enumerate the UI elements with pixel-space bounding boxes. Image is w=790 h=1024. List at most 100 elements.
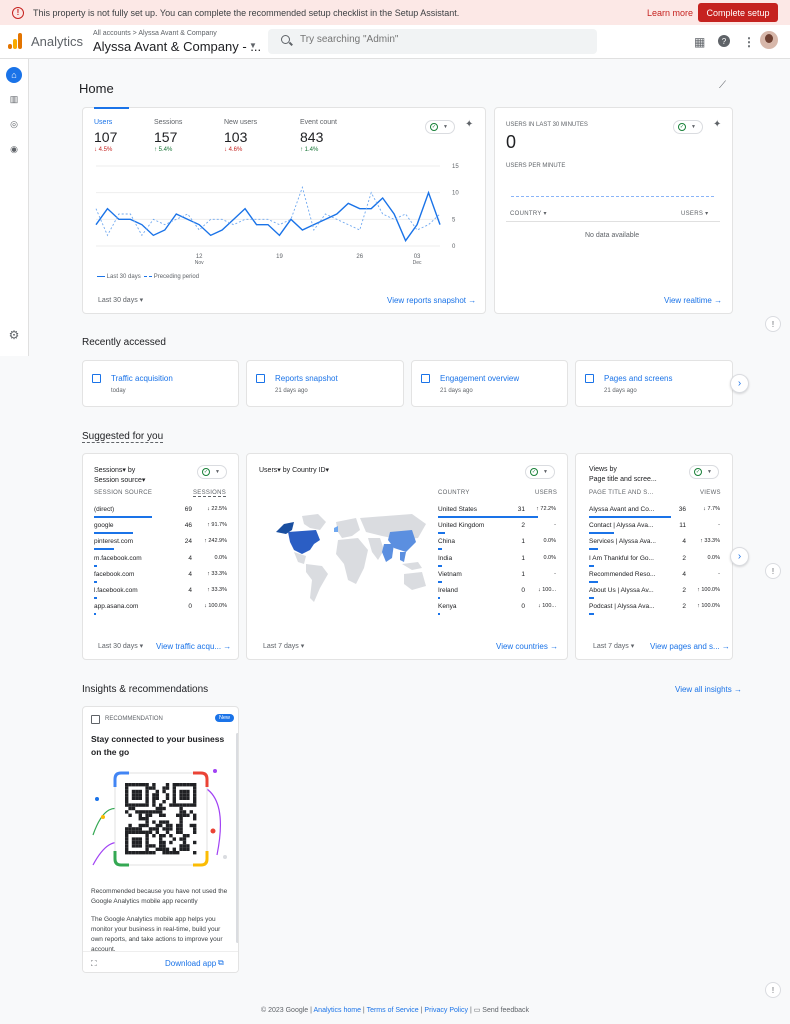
insights-trend-icon[interactable]: ⟋ [719, 80, 726, 91]
pages-card-title-2[interactable]: Page title and scree... [589, 476, 657, 483]
help-icon[interactable]: ? [718, 35, 730, 47]
table-row-label[interactable]: Contact | Alyssa Ava... [589, 522, 653, 529]
home-icon[interactable]: ⌂ [6, 67, 22, 83]
search-input[interactable] [300, 34, 560, 45]
table-row-label[interactable]: Vietnam [438, 571, 462, 578]
avatar[interactable] [760, 31, 778, 49]
date-range-dropdown[interactable]: Last 30 days ▾ [98, 296, 143, 304]
terms-link[interactable]: Terms of Service [367, 1007, 419, 1014]
pages-quality-dropdown[interactable]: ✓ ▼ [689, 465, 719, 479]
chevron-down-icon[interactable]: ▼ [249, 41, 257, 50]
table-row-label[interactable]: google [94, 522, 114, 529]
next-arrow-icon[interactable]: › [730, 547, 749, 566]
recent-item-pages-and-screens[interactable]: Pages and screens 21 days ago [575, 360, 733, 407]
table-row-label[interactable]: India [438, 555, 452, 562]
view-traffic-acquisition-link[interactable]: View traffic acqu... → [156, 642, 231, 651]
table-row-label[interactable]: m.facebook.com [94, 555, 142, 562]
metric-value: 843 [300, 129, 324, 145]
analytics-home-link[interactable]: Analytics home [314, 1007, 361, 1014]
metric-change: ↓ 4.6% [224, 147, 243, 153]
sessions-card-title-2[interactable]: Session source▾ [94, 476, 145, 484]
explore-icon[interactable]: ◎ [6, 116, 22, 132]
reports-icon[interactable]: ▥ [6, 91, 22, 107]
recommendation-label: RECOMMENDATION [105, 716, 163, 722]
download-app-link[interactable]: Download app [165, 959, 216, 968]
realtime-col-country[interactable]: COUNTRY ▾ [510, 210, 547, 217]
metric-tab-new-users[interactable]: New users 103 ↓ 4.6% [224, 119, 257, 153]
view-countries-link[interactable]: View countries → [496, 642, 558, 651]
sessions-date-dropdown[interactable]: Last 30 days ▾ [98, 642, 143, 650]
advertising-icon[interactable]: ◉ [6, 141, 22, 157]
account-breadcrumb[interactable]: All accounts > Alyssa Avant & Company [93, 30, 217, 37]
col-users[interactable]: USERS [535, 490, 557, 496]
data-quality-dropdown[interactable]: ✓ ▼ [425, 120, 455, 134]
view-pages-link[interactable]: View pages and s... → [650, 642, 730, 651]
table-row-label[interactable]: l.facebook.com [94, 587, 138, 594]
date-range-label: Last 30 days [98, 643, 138, 650]
metric-tab-event-count[interactable]: Event count 843 ↑ 1.4% [300, 119, 337, 153]
apps-grid-icon[interactable]: ▦ [694, 35, 705, 49]
property-selector[interactable]: Alyssa Avant & Company - ... [93, 39, 261, 54]
sparkle-icon[interactable]: ✦ [465, 119, 473, 130]
recent-item-traffic-acquisition[interactable]: Traffic acquisition today [82, 360, 239, 407]
next-arrow-icon[interactable]: › [730, 374, 749, 393]
table-row-label[interactable]: pinterest.com [94, 538, 133, 545]
feedback-icon[interactable]: ! [765, 982, 781, 998]
table-row-label[interactable]: Recommended Reso... [589, 571, 655, 578]
feedback-icon[interactable]: ! [765, 316, 781, 332]
qr-module [179, 827, 183, 831]
privacy-link[interactable]: Privacy Policy [424, 1007, 468, 1014]
pages-date-dropdown[interactable]: Last 7 days ▾ [593, 642, 634, 650]
country-card-title[interactable]: Users▾ by Country ID▾ [259, 466, 329, 474]
open-external-icon[interactable]: ⧉ [218, 958, 224, 968]
table-row-label[interactable]: Services | Alyssa Ava... [589, 538, 656, 545]
map-middle-east [368, 538, 384, 560]
recent-item-engagement-overview[interactable]: Engagement overview 21 days ago [411, 360, 568, 407]
pages-card-title-1[interactable]: Views by [589, 466, 617, 473]
divider [506, 221, 720, 222]
table-row-label[interactable]: About Us | Alyssa Av... [589, 587, 654, 594]
qr-module [148, 813, 153, 817]
view-reports-snapshot-link[interactable]: View reports snapshot → [387, 296, 476, 305]
table-row-label[interactable]: Alyssa Avant and Co... [589, 506, 654, 513]
realtime-col-users[interactable]: USERS ▾ [681, 210, 708, 217]
expand-icon[interactable]: ⛶ [91, 959, 97, 969]
feedback-icon[interactable]: ! [765, 563, 781, 579]
table-row-label[interactable]: China [438, 538, 455, 545]
table-row-label[interactable]: Ireland [438, 587, 458, 594]
metric-tab-sessions[interactable]: Sessions 157 ↑ 5.4% [154, 119, 182, 153]
table-row-label[interactable]: facebook.com [94, 571, 134, 578]
sparkle-icon[interactable]: ✦ [713, 119, 721, 130]
col-views[interactable]: VIEWS [700, 490, 721, 496]
table-row-label[interactable]: Podcast | Alyssa Ava... [589, 603, 655, 610]
search-bar[interactable] [268, 29, 597, 54]
qr-module [152, 793, 156, 797]
sessions-card-title-1[interactable]: Sessions▾ by [94, 466, 135, 474]
col-sessions[interactable]: SESSIONS [193, 490, 227, 497]
country-date-dropdown[interactable]: Last 7 days ▾ [263, 642, 304, 650]
country-quality-dropdown[interactable]: ✓ ▼ [525, 465, 555, 479]
table-row-label[interactable]: United Kingdom [438, 522, 484, 529]
learn-more-link[interactable]: Learn more [647, 8, 693, 18]
qr-module [165, 783, 170, 787]
more-vert-icon[interactable]: ⋮ [743, 35, 755, 49]
view-realtime-link[interactable]: View realtime → [664, 296, 722, 305]
y-tick-label: 0 [452, 244, 456, 250]
table-row-label[interactable]: Kenya [438, 603, 456, 610]
sessions-quality-dropdown[interactable]: ✓ ▼ [197, 465, 227, 479]
table-row-label[interactable]: (direct) [94, 506, 114, 513]
metric-tab-users[interactable]: Users 107 ↓ 4.5% [94, 119, 117, 153]
qr-module [138, 803, 142, 807]
table-row-label[interactable]: I Am Thankful for Go... [589, 555, 654, 562]
settings-gear-icon[interactable]: ⚙ [6, 327, 22, 343]
card-scrollbar[interactable] [236, 733, 238, 943]
complete-setup-button[interactable]: Complete setup [698, 3, 778, 22]
send-feedback-link[interactable]: Send feedback [482, 1007, 529, 1014]
table-row-label[interactable]: app.asana.com [94, 603, 138, 610]
qr-code-illustration [92, 769, 227, 867]
realtime-quality-dropdown[interactable]: ✓ ▼ [673, 120, 703, 134]
recommendation-heading: Stay connected to your business on the g… [91, 734, 225, 757]
recent-item-reports-snapshot[interactable]: Reports snapshot 21 days ago [246, 360, 404, 407]
view-all-insights-link[interactable]: View all insights → [675, 685, 742, 694]
table-row-label[interactable]: United States [438, 506, 477, 513]
